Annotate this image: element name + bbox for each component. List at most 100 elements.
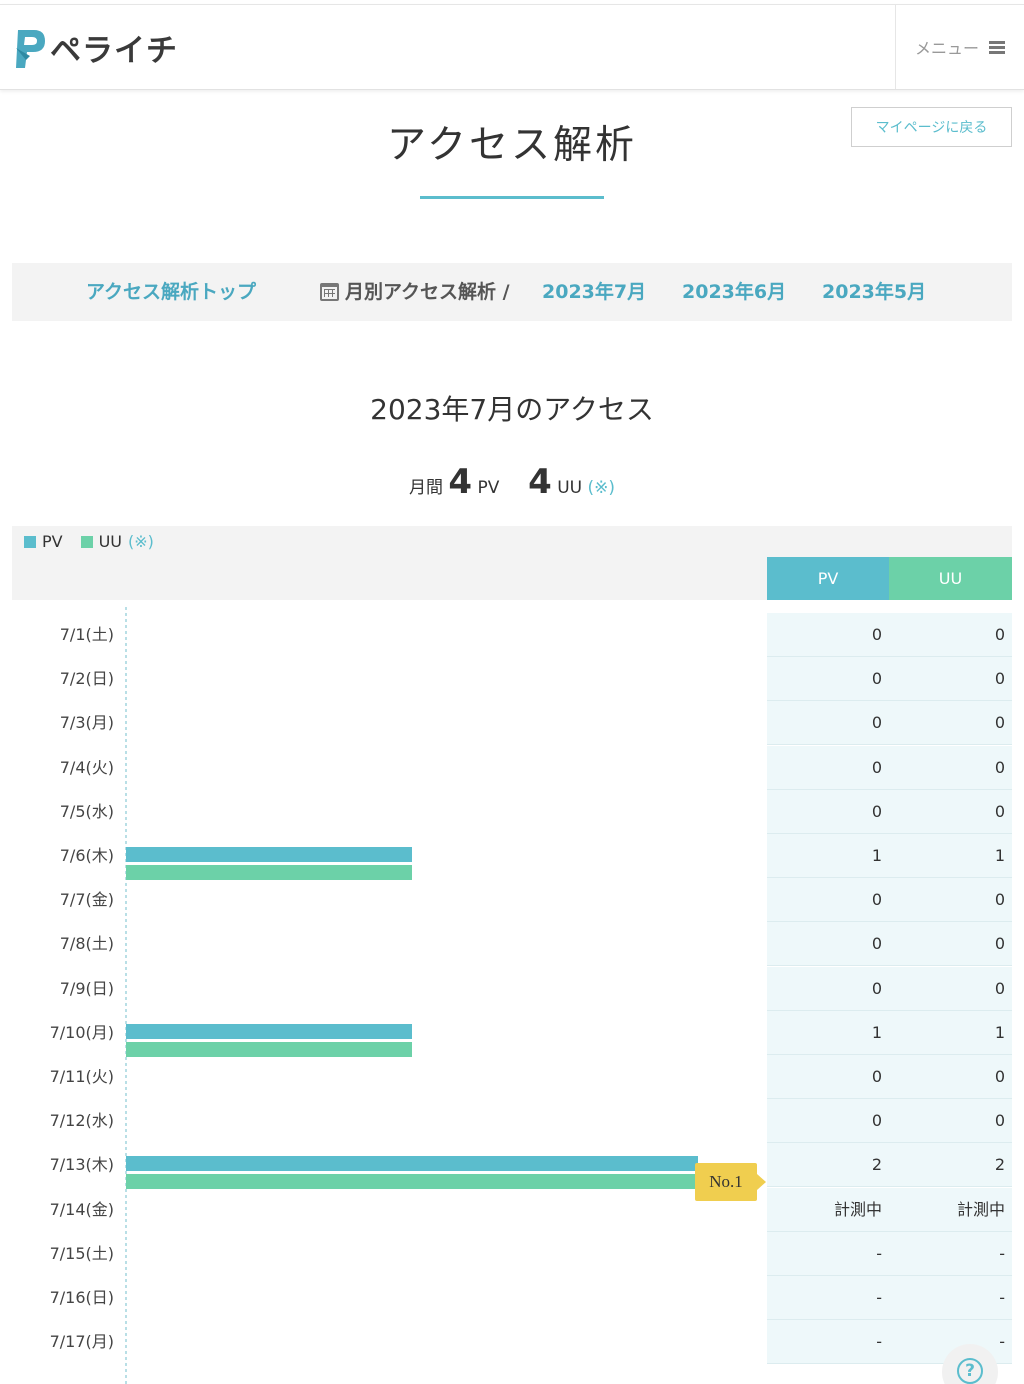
logo-text: ペライチ xyxy=(50,33,178,69)
pv-cell: 0 xyxy=(767,922,889,967)
table-row: 7/1(土) 0 0 xyxy=(12,613,1012,657)
monthly-summary: 月間 4 PV 4 UU (※) xyxy=(0,462,1024,502)
legend-pv-label: PV xyxy=(42,532,63,551)
row-date: 7/3(月) xyxy=(59,713,114,733)
app-header: ペライチ メニュー xyxy=(0,4,1024,90)
pv-cell: 0 xyxy=(767,657,889,702)
row-date: 7/12(水) xyxy=(49,1111,114,1131)
uu-cell: 0 xyxy=(889,922,1012,967)
uu-cell: 0 xyxy=(889,789,1012,834)
uu-note-link[interactable]: (※) xyxy=(588,478,616,498)
pv-cell: 1 xyxy=(767,1010,889,1055)
row-date: 7/17(月) xyxy=(49,1332,114,1352)
pv-cell: - xyxy=(767,1231,889,1276)
uu-cell: 0 xyxy=(889,878,1012,923)
table-row: 7/5(水) 0 0 xyxy=(12,789,1012,834)
uu-cell: 0 xyxy=(889,966,1012,1011)
pv-cell: - xyxy=(767,1276,889,1320)
uu-cell: 0 xyxy=(889,745,1012,790)
table-row: 7/17(月) - - xyxy=(12,1320,1012,1365)
uu-cell: 0 xyxy=(889,657,1012,702)
uu-cell: 0 xyxy=(889,1055,1012,1099)
table-row: 7/11(火) 0 0 xyxy=(12,1055,1012,1099)
table-row: 7/13(木) No.1 2 2 xyxy=(12,1143,1012,1202)
legend-item-uu: UU (※) xyxy=(80,532,154,551)
pv-cell: 1 xyxy=(767,834,889,878)
pv-cell: - xyxy=(767,1320,889,1365)
uu-cell: 0 xyxy=(889,613,1012,657)
legend-item-pv: PV xyxy=(24,532,63,551)
table-row: 7/7(金) 0 0 xyxy=(12,878,1012,923)
pv-cell: 計測中 xyxy=(767,1187,889,1232)
legend-uu-note[interactable]: (※) xyxy=(128,532,154,551)
calendar-icon xyxy=(320,283,339,301)
row-date: 7/9(日) xyxy=(59,978,114,998)
row-date: 7/4(火) xyxy=(59,757,114,777)
pv-bar xyxy=(126,1156,698,1172)
table-row: 7/3(月) 0 0 xyxy=(12,701,1012,746)
nav-month-link[interactable]: 2023年5月 xyxy=(822,263,926,321)
uu-swatch xyxy=(80,535,93,548)
row-date: 7/14(金) xyxy=(49,1199,114,1219)
back-to-mypage-button[interactable]: マイページに戻る xyxy=(851,107,1012,147)
pv-cell: 0 xyxy=(767,966,889,1011)
hamburger-icon xyxy=(989,40,1005,54)
logo[interactable]: ペライチ xyxy=(12,25,178,70)
table-row: 7/12(水) 0 0 xyxy=(12,1099,1012,1144)
uu-cell: - xyxy=(889,1276,1012,1320)
pv-cell: 0 xyxy=(767,1099,889,1144)
uu-cell: 1 xyxy=(889,1010,1012,1055)
uu-total: 4 xyxy=(528,462,552,502)
pv-cell: 0 xyxy=(767,789,889,834)
table-row: 7/9(日) 0 0 xyxy=(12,966,1012,1011)
table-row: 7/15(土) - - xyxy=(12,1231,1012,1276)
table-row: 7/10(月) 1 1 xyxy=(12,1010,1012,1057)
pv-cell: 0 xyxy=(767,613,889,657)
uu-cell: 1 xyxy=(889,834,1012,878)
uu-cell: - xyxy=(889,1231,1012,1276)
title-underline xyxy=(420,196,604,199)
row-date: 7/15(土) xyxy=(49,1243,114,1263)
uu-cell: 0 xyxy=(889,701,1012,746)
uu-cell: 0 xyxy=(889,1099,1012,1144)
pv-column-header: PV xyxy=(767,557,889,600)
pv-bar xyxy=(126,1023,412,1039)
uu-cell: 計測中 xyxy=(889,1187,1012,1232)
row-date: 7/5(水) xyxy=(59,801,114,821)
row-date: 7/2(日) xyxy=(59,669,114,689)
table-row: 7/6(木) 1 1 xyxy=(12,834,1012,880)
table-row: 7/14(金) 計測中 計測中 xyxy=(12,1187,1012,1232)
pv-swatch xyxy=(24,535,36,548)
nav-monthly-label: 月別アクセス解析 / xyxy=(320,263,510,321)
pv-cell: 0 xyxy=(767,745,889,790)
uu-unit: UU xyxy=(557,478,583,498)
pv-unit: PV xyxy=(477,478,500,498)
summary-prefix: 月間 xyxy=(408,478,443,498)
pv-total: 4 xyxy=(448,462,473,502)
table-row: 7/4(火) 0 0 xyxy=(12,745,1012,790)
nav-month-link[interactable]: 2023年7月 xyxy=(542,263,646,321)
row-date: 7/16(日) xyxy=(49,1288,114,1307)
table-row: 7/16(日) - - xyxy=(12,1276,1012,1320)
nav-month-link[interactable]: 2023年6月 xyxy=(682,263,786,321)
row-date: 7/13(木) xyxy=(49,1155,114,1175)
analysis-nav: アクセス解析トップ 月別アクセス解析 / 2023年7月 2023年6月 202… xyxy=(12,263,1012,321)
uu-cell: 2 xyxy=(889,1143,1012,1188)
question-icon: ? xyxy=(957,1358,983,1384)
month-access-title: 2023年7月のアクセス xyxy=(370,393,654,426)
row-date: 7/7(金) xyxy=(59,890,114,910)
row-date: 7/6(木) xyxy=(59,846,114,865)
nav-analysis-top-link[interactable]: アクセス解析トップ xyxy=(86,263,256,321)
pv-cell: 2 xyxy=(767,1143,889,1188)
row-date: 7/11(火) xyxy=(49,1067,114,1086)
row-date: 7/1(土) xyxy=(59,625,114,644)
pv-cell: 0 xyxy=(767,1055,889,1099)
chart-legend: PV UU (※) xyxy=(24,532,154,551)
pv-bar xyxy=(126,847,412,862)
pv-cell: 0 xyxy=(767,878,889,923)
pv-cell: 0 xyxy=(767,701,889,746)
menu-button[interactable]: メニュー xyxy=(895,5,1024,89)
table-row: 7/2(日) 0 0 xyxy=(12,657,1012,702)
uu-column-header: UU xyxy=(889,557,1012,600)
menu-label: メニュー xyxy=(914,39,979,58)
